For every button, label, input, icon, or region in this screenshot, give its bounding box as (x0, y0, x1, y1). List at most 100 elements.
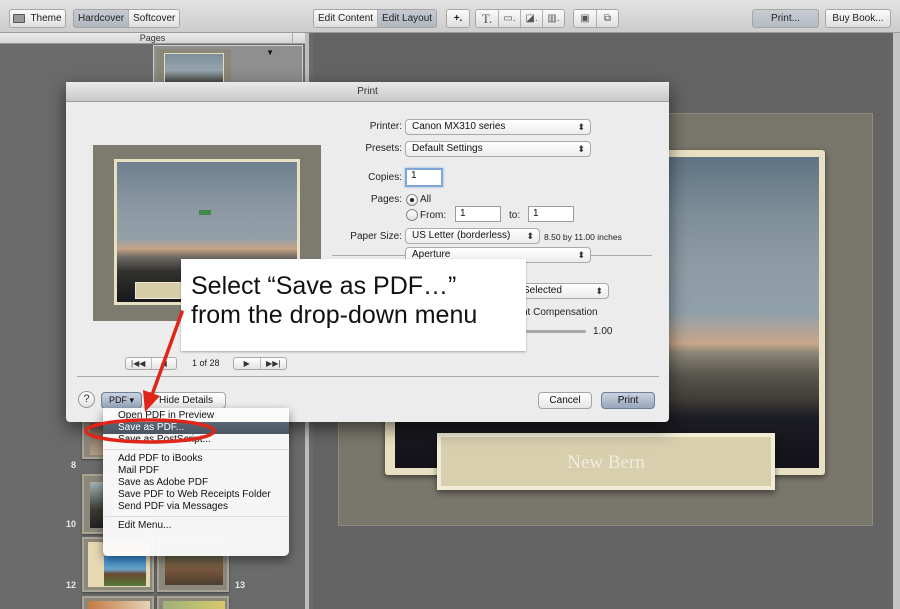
popup-arrows-icon: ⬍ (526, 231, 534, 241)
menu-item-edit-menu[interactable]: Edit Menu... (103, 520, 289, 532)
instruction-callout: Select “Save as PDF…” from the drop-down… (181, 259, 526, 351)
view-group: ▣ ⧉ (573, 9, 619, 28)
presets-select[interactable]: Default Settings ⬍ (405, 141, 591, 157)
help-button[interactable]: ? (78, 391, 95, 408)
buy-book-button[interactable]: Buy Book... (825, 9, 891, 28)
hardcover-tab[interactable]: Hardcover (74, 10, 129, 27)
paper-size-value: US Letter (borderless) (412, 230, 511, 241)
copies-field[interactable]: 1 (405, 168, 443, 187)
header-divider (292, 33, 293, 44)
dialog-title: Print (66, 82, 669, 102)
edit-content-tab[interactable]: Edit Content (314, 10, 378, 27)
paper-size-select[interactable]: US Letter (borderless) ⬍ (405, 228, 540, 244)
popup-arrows-icon: ⬍ (595, 286, 603, 296)
callout-line-1: Select “Save as PDF…” (191, 272, 457, 300)
menu-separator (103, 516, 289, 517)
page-thumbnail[interactable] (82, 596, 154, 609)
menu-item-mail-pdf[interactable]: Mail PDF (103, 465, 289, 477)
pages-from-field[interactable]: 1 (455, 206, 501, 222)
pages-to-label: to: (509, 210, 521, 221)
preview-forward-buttons: ▶ ▶▶| (233, 357, 287, 370)
pages-label: Pages: (370, 194, 402, 205)
paper-size-label: Paper Size: (350, 231, 402, 242)
presets-label: Presets: (365, 143, 402, 154)
canvas-scrollbar[interactable] (893, 33, 900, 609)
printer-select[interactable]: Canon MX310 series ⬍ (405, 119, 591, 135)
thumbnail-photo (88, 601, 150, 609)
page-number: 13 (235, 580, 246, 590)
add-page-icon[interactable]: +. (447, 10, 469, 27)
pdf-dropdown-menu: Open PDF in Preview Save as PDF... Save … (103, 408, 289, 556)
last-page-icon[interactable]: ▶▶| (259, 358, 287, 369)
map-icon[interactable]: ▭. (498, 10, 520, 27)
caption-background: New Bern (441, 437, 771, 486)
printer-value: Canon MX310 series (412, 121, 506, 132)
pages-to-field[interactable]: 1 (528, 206, 574, 222)
text-box-icon[interactable]: T. (476, 10, 498, 27)
menu-item-open-in-preview[interactable]: Open PDF in Preview (103, 410, 289, 422)
caption-text[interactable]: New Bern (441, 452, 771, 474)
page-number: 12 (66, 580, 77, 590)
page-number: 8 (71, 460, 77, 470)
menu-item-save-as-pdf[interactable]: Save as PDF... (103, 422, 289, 434)
softcover-tab[interactable]: Softcover (128, 10, 180, 27)
section-divider (591, 255, 652, 256)
preview-back-buttons: |◀◀ ◀ (125, 357, 177, 370)
compensation-value: 1.00 (593, 326, 613, 337)
caption-box[interactable]: New Bern (437, 433, 775, 490)
menu-item-add-to-ibooks[interactable]: Add PDF to iBooks (103, 453, 289, 465)
pages-all-radio[interactable] (406, 194, 418, 206)
theme-icon (13, 13, 26, 23)
pages-header-label: Pages (139, 33, 166, 43)
menu-item-save-as-adobe-pdf[interactable]: Save as Adobe PDF (103, 477, 289, 489)
pdf-menu-button[interactable]: PDF ▾ (101, 392, 142, 409)
full-screen-icon[interactable]: ▣ (574, 10, 596, 27)
popup-arrows-icon: ⬍ (577, 144, 585, 154)
printer-label: Printer: (369, 121, 402, 132)
pages-header: Pages (0, 33, 305, 44)
cancel-button[interactable]: Cancel (538, 392, 592, 409)
thumbnail-photo (163, 601, 225, 609)
cover-thumbnail-image (157, 49, 231, 85)
edit-mode-segmented-control: Edit Content Edit Layout (313, 9, 438, 28)
thumbnail-menu-arrow-icon[interactable]: ▼ (266, 48, 274, 57)
theme-button[interactable]: Theme (9, 9, 66, 28)
next-page-icon[interactable]: ▶ (234, 358, 260, 369)
compensation-label: nt Compensation (522, 307, 598, 318)
previous-page-icon[interactable]: ◀ (150, 358, 177, 369)
shape-icon[interactable]: ◪. (520, 10, 542, 27)
photo-filter-icon[interactable]: ▥. (542, 10, 564, 27)
selection-value: Selected (523, 285, 562, 296)
main-toolbar: Theme Hardcover Softcover Edit Content E… (0, 0, 900, 33)
pages-all-label: All (420, 194, 432, 205)
slideshow-icon[interactable]: ⧉ (596, 10, 618, 27)
first-page-icon[interactable]: |◀◀ (126, 358, 151, 369)
section-divider (332, 255, 406, 256)
footer-divider (77, 376, 659, 377)
edit-layout-tab[interactable]: Edit Layout (377, 10, 437, 27)
hide-details-button[interactable]: Hide Details (146, 392, 226, 409)
menu-separator (103, 449, 289, 450)
page-thumbnail[interactable] (157, 596, 229, 609)
theme-label: Theme (30, 13, 62, 24)
add-group: +. (446, 9, 470, 28)
paper-size-dimensions: 8.50 by 11.00 inches (544, 232, 622, 242)
insert-tools-group: T. ▭. ◪. ▥. (475, 9, 565, 28)
callout-line-2: from the drop-down menu (191, 301, 478, 329)
print-dialog: Print Printer: Canon MX310 series ⬍ Prese… (66, 82, 669, 422)
print-button[interactable]: Print (601, 392, 655, 409)
print-toolbar-button[interactable]: Print... (752, 9, 819, 28)
page-indicator: 1 of 28 (192, 358, 220, 368)
pages-from-radio[interactable] (406, 209, 418, 221)
selection-select[interactable]: Selected ⬍ (516, 283, 609, 299)
cover-segmented-control: Hardcover Softcover (73, 9, 181, 28)
menu-item-send-via-messages[interactable]: Send PDF via Messages (103, 501, 289, 513)
selected-cover-thumbnail[interactable]: ▼ (153, 45, 303, 85)
compensation-slider[interactable] (526, 330, 586, 333)
page-number: 10 (66, 519, 77, 529)
copies-label: Copies: (368, 172, 402, 183)
menu-item-save-to-web-receipts[interactable]: Save PDF to Web Receipts Folder (103, 489, 289, 501)
menu-item-save-as-postscript[interactable]: Save as PostScript... (103, 434, 289, 446)
preview-road-sign (199, 210, 211, 215)
presets-value: Default Settings (412, 143, 483, 154)
